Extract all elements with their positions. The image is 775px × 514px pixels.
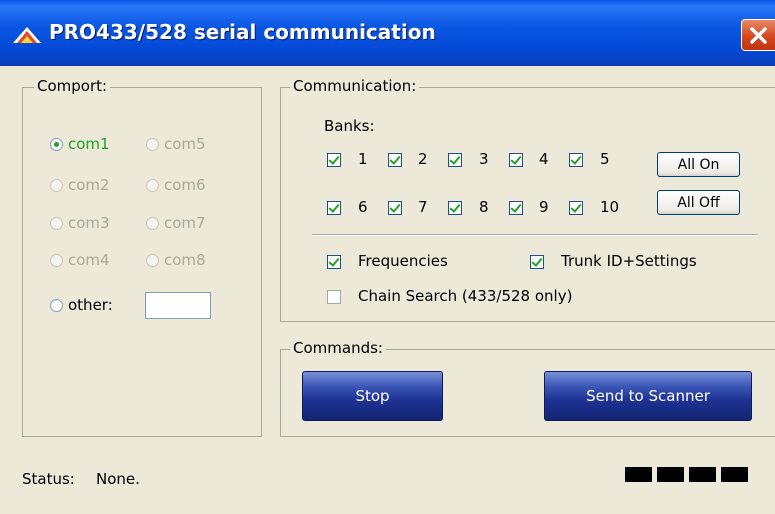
- banks-label: Banks:: [324, 117, 375, 135]
- radio-other[interactable]: [50, 299, 63, 312]
- bank-2-label[interactable]: 2: [418, 150, 428, 168]
- bank-7-checkbox[interactable]: [388, 201, 402, 215]
- radio-com4[interactable]: [50, 254, 63, 267]
- title-bar[interactable]: PRO433/528 serial communication: [0, 0, 775, 66]
- frequencies-label[interactable]: Frequencies: [358, 252, 448, 270]
- frequencies-checkbox[interactable]: [327, 255, 341, 269]
- status-block: [625, 467, 652, 482]
- bank-3-label[interactable]: 3: [479, 150, 489, 168]
- bank-9-label[interactable]: 9: [539, 198, 549, 216]
- communication-divider: [312, 234, 758, 236]
- status-label: Status:: [22, 470, 75, 488]
- app-logo-icon: [13, 27, 41, 43]
- radio-com7-label[interactable]: com7: [164, 214, 206, 232]
- radio-other-label[interactable]: other:: [68, 296, 113, 314]
- radio-com6[interactable]: [146, 179, 159, 192]
- radio-com4-label[interactable]: com4: [68, 251, 110, 269]
- bank-9-checkbox[interactable]: [509, 201, 523, 215]
- radio-com8[interactable]: [146, 254, 159, 267]
- bank-6-checkbox[interactable]: [327, 201, 341, 215]
- bank-6-label[interactable]: 6: [358, 198, 368, 216]
- status-indicator: [621, 465, 756, 483]
- bank-1-checkbox[interactable]: [327, 153, 341, 167]
- all-on-button[interactable]: All On: [657, 152, 740, 177]
- radio-com3[interactable]: [50, 217, 63, 230]
- radio-com1-label[interactable]: com1: [68, 135, 110, 153]
- send-to-scanner-button[interactable]: Send to Scanner: [544, 371, 752, 421]
- radio-com3-label[interactable]: com3: [68, 214, 110, 232]
- chain-search-label[interactable]: Chain Search (433/528 only): [358, 287, 572, 305]
- bank-7-label[interactable]: 7: [418, 198, 428, 216]
- bank-10-label[interactable]: 10: [600, 198, 619, 216]
- bank-2-checkbox[interactable]: [388, 153, 402, 167]
- all-off-button[interactable]: All Off: [657, 190, 740, 215]
- commands-legend: Commands:: [290, 339, 386, 357]
- radio-com2-label[interactable]: com2: [68, 176, 110, 194]
- bank-4-label[interactable]: 4: [539, 150, 549, 168]
- radio-com5[interactable]: [146, 138, 159, 151]
- other-port-input[interactable]: [145, 292, 211, 319]
- bank-3-checkbox[interactable]: [448, 153, 462, 167]
- radio-com8-label[interactable]: com8: [164, 251, 206, 269]
- status-block: [721, 467, 748, 482]
- status-block: [657, 467, 684, 482]
- trunk-settings-checkbox[interactable]: [530, 255, 544, 269]
- radio-com5-label[interactable]: com5: [164, 135, 206, 153]
- dialog-body: Comport: com1 com5 com2 com6 com3 com7 c…: [0, 66, 775, 514]
- status-block: [689, 467, 716, 482]
- status-value: None.: [96, 470, 140, 488]
- dialog-window: PRO433/528 serial communication Comport:…: [0, 0, 775, 514]
- bank-8-label[interactable]: 8: [479, 198, 489, 216]
- window-title: PRO433/528 serial communication: [49, 20, 436, 44]
- bank-8-checkbox[interactable]: [448, 201, 462, 215]
- trunk-settings-label[interactable]: Trunk ID+Settings: [561, 252, 697, 270]
- bank-1-label[interactable]: 1: [358, 150, 368, 168]
- radio-com1[interactable]: [50, 138, 63, 151]
- close-button[interactable]: [741, 19, 775, 51]
- close-icon: [750, 27, 767, 44]
- radio-com6-label[interactable]: com6: [164, 176, 206, 194]
- bank-5-checkbox[interactable]: [569, 153, 583, 167]
- radio-com7[interactable]: [146, 217, 159, 230]
- comport-legend: Comport:: [34, 77, 111, 95]
- radio-com2[interactable]: [50, 179, 63, 192]
- communication-legend: Communication:: [290, 77, 420, 95]
- bank-5-label[interactable]: 5: [600, 150, 610, 168]
- bank-10-checkbox[interactable]: [569, 201, 583, 215]
- chain-search-checkbox[interactable]: [327, 290, 341, 304]
- bank-4-checkbox[interactable]: [509, 153, 523, 167]
- stop-button[interactable]: Stop: [302, 371, 443, 421]
